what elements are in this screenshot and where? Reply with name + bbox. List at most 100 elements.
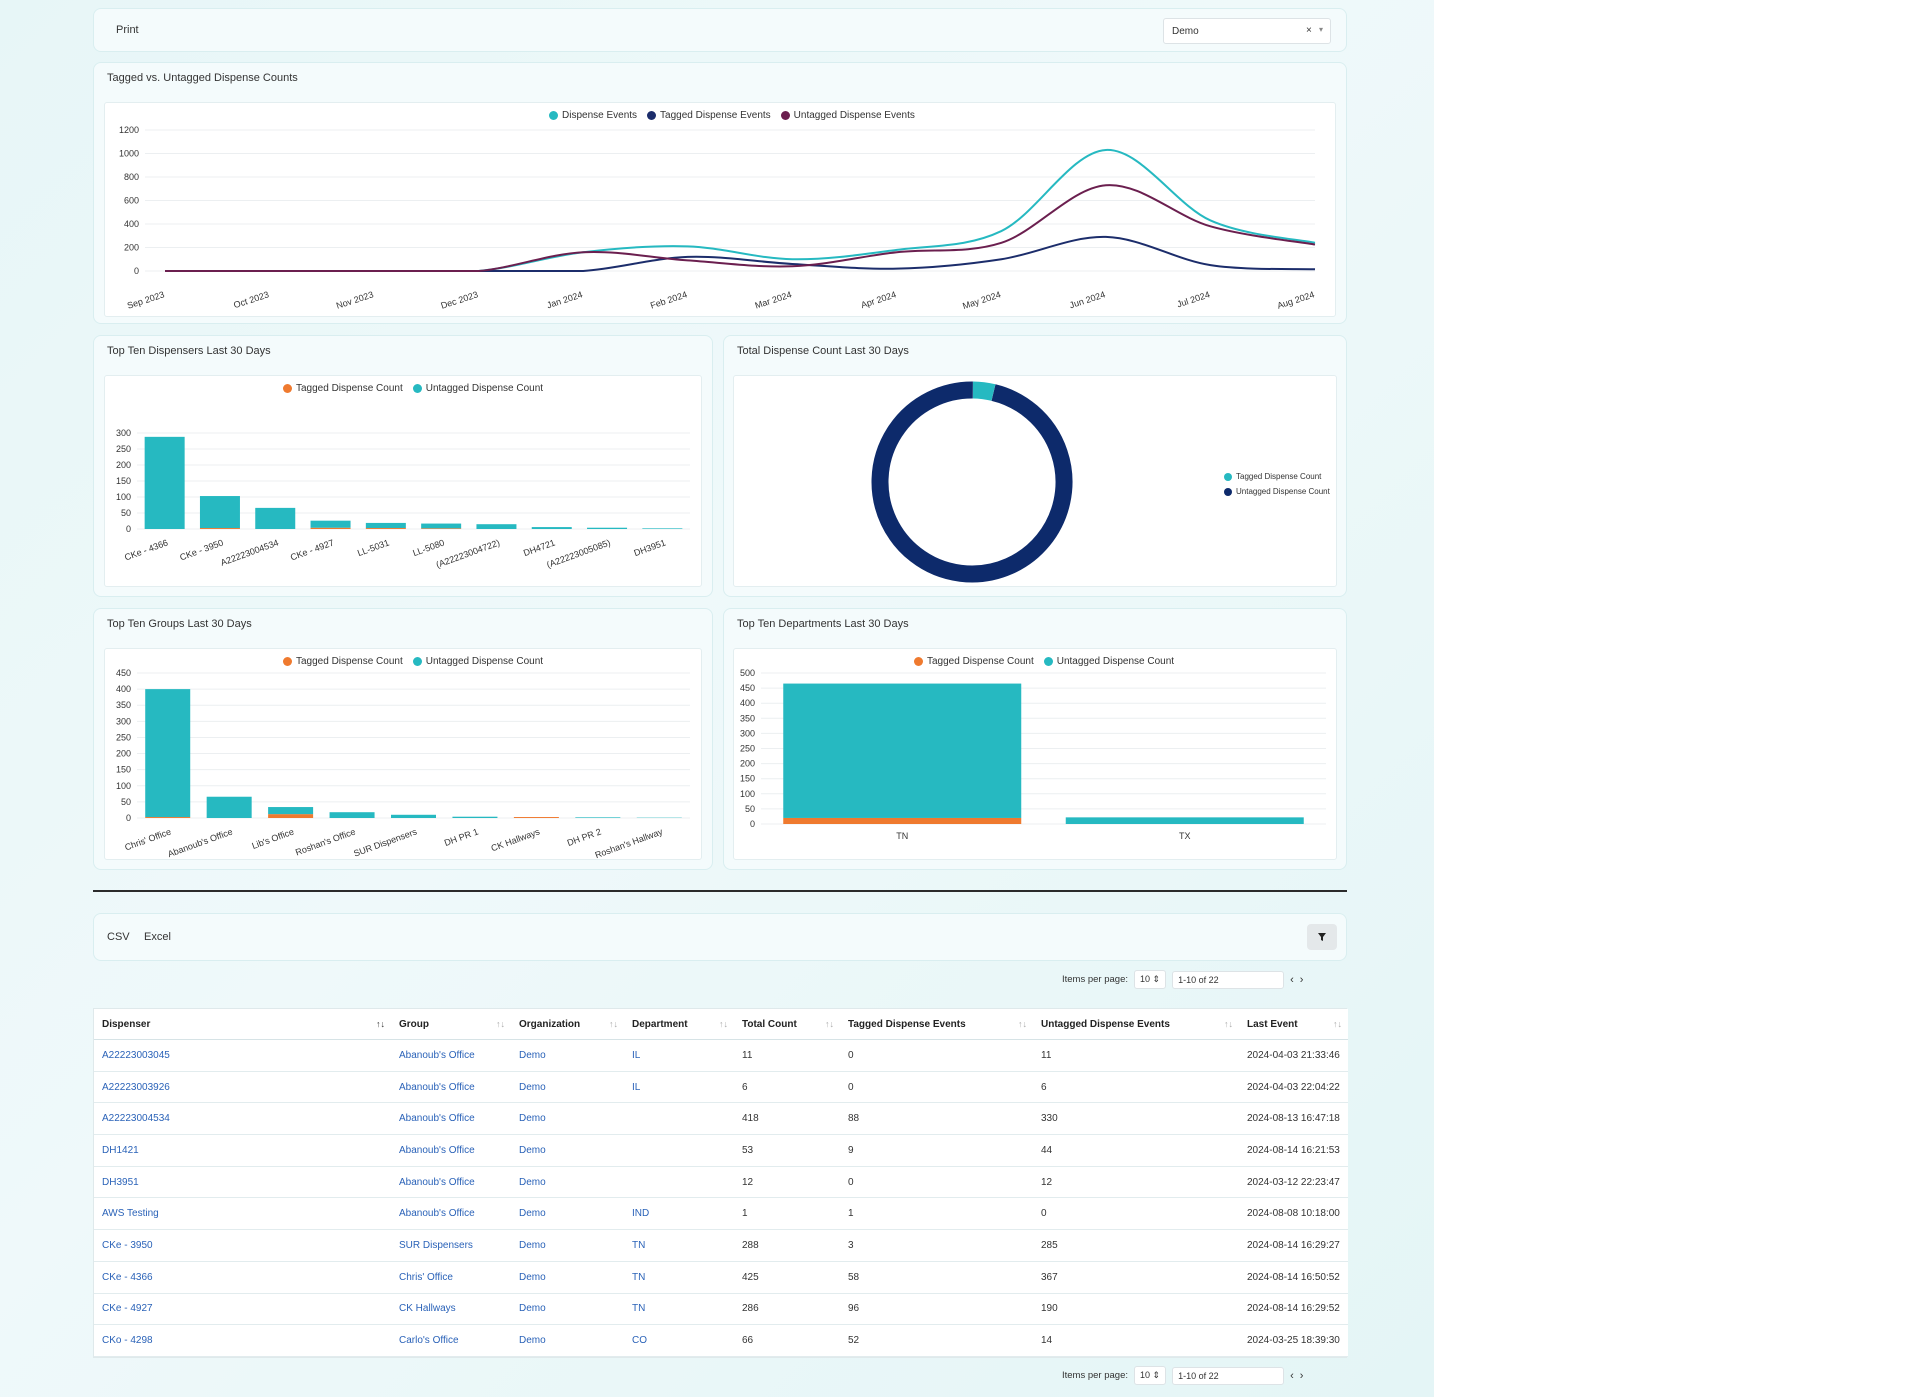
column-header-tagged-events[interactable]: Tagged Dispense Events ↑↓	[840, 1009, 1033, 1040]
table-cell[interactable]: IL	[624, 1039, 734, 1072]
table-cell[interactable]: Abanoub's Office	[391, 1071, 511, 1104]
filter-icon	[1318, 933, 1326, 941]
groups-chart-card: Top Ten Groups Last 30 Days Tagged Dispe…	[93, 608, 713, 870]
table-cell[interactable]: Demo	[511, 1166, 624, 1199]
table-cell[interactable]: DH3951	[94, 1166, 391, 1199]
legend-item[interactable]: Tagged Dispense Count	[1224, 469, 1330, 484]
table-cell[interactable]: Carlo's Office	[391, 1324, 511, 1357]
groups-chart-panel: Tagged Dispense Count Untagged Dispense …	[104, 648, 702, 860]
table-cell[interactable]: IND	[624, 1197, 734, 1231]
table-row[interactable]: A22223003926 Abanoub's Office Demo IL 6 0 6 202…	[94, 1071, 1348, 1104]
table-cell[interactable]: Demo	[511, 1324, 624, 1357]
table-cell[interactable]: Demo	[511, 1293, 624, 1326]
table-cell[interactable]: Abanoub's Office	[391, 1039, 511, 1072]
table-cell[interactable]: IL	[624, 1071, 734, 1104]
bar-untagged	[268, 807, 314, 815]
y-tick-label: 400	[740, 698, 755, 708]
table-row[interactable]: CKe - 4927 CK Hallways Demo TN 286 96 190 2024-…	[94, 1293, 1348, 1326]
table-cell[interactable]: A22223003045	[94, 1039, 391, 1072]
column-header-organization[interactable]: Organization ↑↓	[511, 1009, 624, 1040]
table-cell[interactable]: A22223003926	[94, 1071, 391, 1104]
print-button[interactable]: Print	[116, 24, 139, 36]
table-cell[interactable]: CO	[624, 1324, 734, 1357]
table-cell[interactable]: Abanoub's Office	[391, 1197, 511, 1231]
sort-icon[interactable]: ↑↓	[1018, 1019, 1027, 1029]
table-cell[interactable]: Abanoub's Office	[391, 1134, 511, 1167]
table-cell[interactable]: Demo	[511, 1039, 624, 1072]
dispensers-bar-chart: 0 50 100 150 200 250 300 CKe - 4366 CKe - 3950A2…	[116, 428, 690, 570]
sort-icon[interactable]: ↑↓	[825, 1019, 834, 1029]
bar-tagged	[365, 528, 406, 529]
table-cell[interactable]: CKe - 4366	[94, 1261, 391, 1294]
column-header-total-count[interactable]: Total Count ↑↓	[734, 1009, 840, 1040]
legend-item[interactable]: Untagged Dispense Count	[1224, 484, 1330, 499]
departments-chart-title: Top Ten Departments Last 30 Days	[737, 618, 909, 630]
items-per-page-select[interactable]: 10 ⇕	[1134, 970, 1167, 989]
table-cell: 0	[1033, 1197, 1239, 1231]
next-page-icon[interactable]: ›	[1300, 974, 1304, 986]
sort-icon[interactable]: ↑↓	[496, 1019, 505, 1029]
table-cell[interactable]: Abanoub's Office	[391, 1102, 511, 1136]
donut-slice	[972, 381, 996, 401]
page-range-select[interactable]: 1-10 of 22	[1172, 1366, 1285, 1385]
filter-button[interactable]	[1307, 924, 1337, 950]
table-cell[interactable]: CKo - 4298	[94, 1324, 391, 1357]
table-row[interactable]: A22223004534 Abanoub's Office Demo 418 88 330…	[94, 1102, 1348, 1136]
table-cell[interactable]: CK Hallways	[391, 1293, 511, 1326]
sort-icon[interactable]: ↑↓	[376, 1019, 385, 1029]
x-tick-label: DH PR 1	[443, 826, 480, 848]
organization-select[interactable]: Demo × ▾	[1163, 18, 1331, 44]
y-tick-label: 0	[126, 813, 131, 823]
table-row[interactable]: A22223003045 Abanoub's Office Demo IL 11 0 11 2…	[94, 1039, 1348, 1072]
sort-icon[interactable]: ↑↓	[609, 1019, 618, 1029]
table-cell[interactable]: TN	[624, 1293, 734, 1326]
table-cell[interactable]: A22223004534	[94, 1102, 391, 1136]
table-cell[interactable]: Demo	[511, 1229, 624, 1262]
table-cell[interactable]: AWS Testing	[94, 1197, 391, 1231]
next-page-icon[interactable]: ›	[1300, 1370, 1304, 1382]
table-cell[interactable]: Demo	[511, 1261, 624, 1294]
chevron-down-icon[interactable]: ▾	[1319, 25, 1323, 34]
table-row[interactable]: CKo - 4298 Carlo's Office Demo CO 66 52 14 2024…	[94, 1324, 1348, 1357]
table-cell: 2024-08-14 16:29:52	[1239, 1293, 1348, 1326]
table-cell[interactable]: TN	[624, 1229, 734, 1262]
table-cell[interactable]: Abanoub's Office	[391, 1166, 511, 1199]
clear-selection-icon[interactable]: ×	[1306, 25, 1312, 36]
export-excel-button[interactable]: Excel	[144, 931, 171, 943]
series-line	[165, 148, 1316, 272]
bar-untagged	[144, 436, 185, 529]
column-header-department[interactable]: Department ↑↓	[624, 1009, 734, 1040]
y-tick-label: 450	[740, 683, 755, 693]
table-cell[interactable]: Chris' Office	[391, 1261, 511, 1294]
line-chart: 0 200 400 600 800 1000 1200 Sep 2023 Oct 2023 Nov…	[119, 125, 1316, 311]
previous-page-icon[interactable]: ‹	[1290, 1370, 1294, 1382]
table-cell: 288	[734, 1229, 840, 1262]
export-csv-button[interactable]: CSV	[107, 931, 130, 943]
sort-icon[interactable]: ↑↓	[1224, 1019, 1233, 1029]
column-header-untagged-events[interactable]: Untagged Dispense Events ↑↓	[1033, 1009, 1239, 1040]
table-cell[interactable]: CKe - 4927	[94, 1293, 391, 1326]
page-range-select[interactable]: 1-10 of 22	[1172, 970, 1285, 989]
table-row[interactable]: AWS Testing Abanoub's Office Demo IND 1 1 0 202…	[94, 1197, 1348, 1231]
y-tick-label: 400	[124, 219, 139, 229]
table-row[interactable]: CKe - 4366 Chris' Office Demo TN 425 58 367 202…	[94, 1261, 1348, 1294]
previous-page-icon[interactable]: ‹	[1290, 974, 1294, 986]
column-header-group[interactable]: Group ↑↓	[391, 1009, 511, 1040]
table-cell[interactable]: Demo	[511, 1071, 624, 1104]
table-cell[interactable]: DH1421	[94, 1134, 391, 1167]
table-cell[interactable]: TN	[624, 1261, 734, 1294]
table-cell[interactable]: Demo	[511, 1102, 624, 1136]
column-header-dispenser[interactable]: Dispenser ↑↓	[94, 1009, 391, 1040]
table-cell[interactable]: CKe - 3950	[94, 1229, 391, 1262]
table-row[interactable]: DH3951 Abanoub's Office Demo 12 0 12 2024-03-1…	[94, 1166, 1348, 1199]
items-per-page-select[interactable]: 10 ⇕	[1134, 1366, 1167, 1385]
table-row[interactable]: CKe - 3950 SUR Dispensers Demo TN 288 3 285 202…	[94, 1229, 1348, 1262]
sort-icon[interactable]: ↑↓	[719, 1019, 728, 1029]
y-tick-label: 1000	[119, 149, 139, 159]
table-cell[interactable]: Demo	[511, 1197, 624, 1231]
table-cell[interactable]: SUR Dispensers	[391, 1229, 511, 1262]
table-cell[interactable]: Demo	[511, 1134, 624, 1167]
column-header-last-event[interactable]: Last Event ↑↓	[1239, 1009, 1348, 1040]
table-row[interactable]: DH1421 Abanoub's Office Demo 53 9 44 2024-08-1…	[94, 1134, 1348, 1167]
sort-icon[interactable]: ↑↓	[1333, 1019, 1342, 1029]
